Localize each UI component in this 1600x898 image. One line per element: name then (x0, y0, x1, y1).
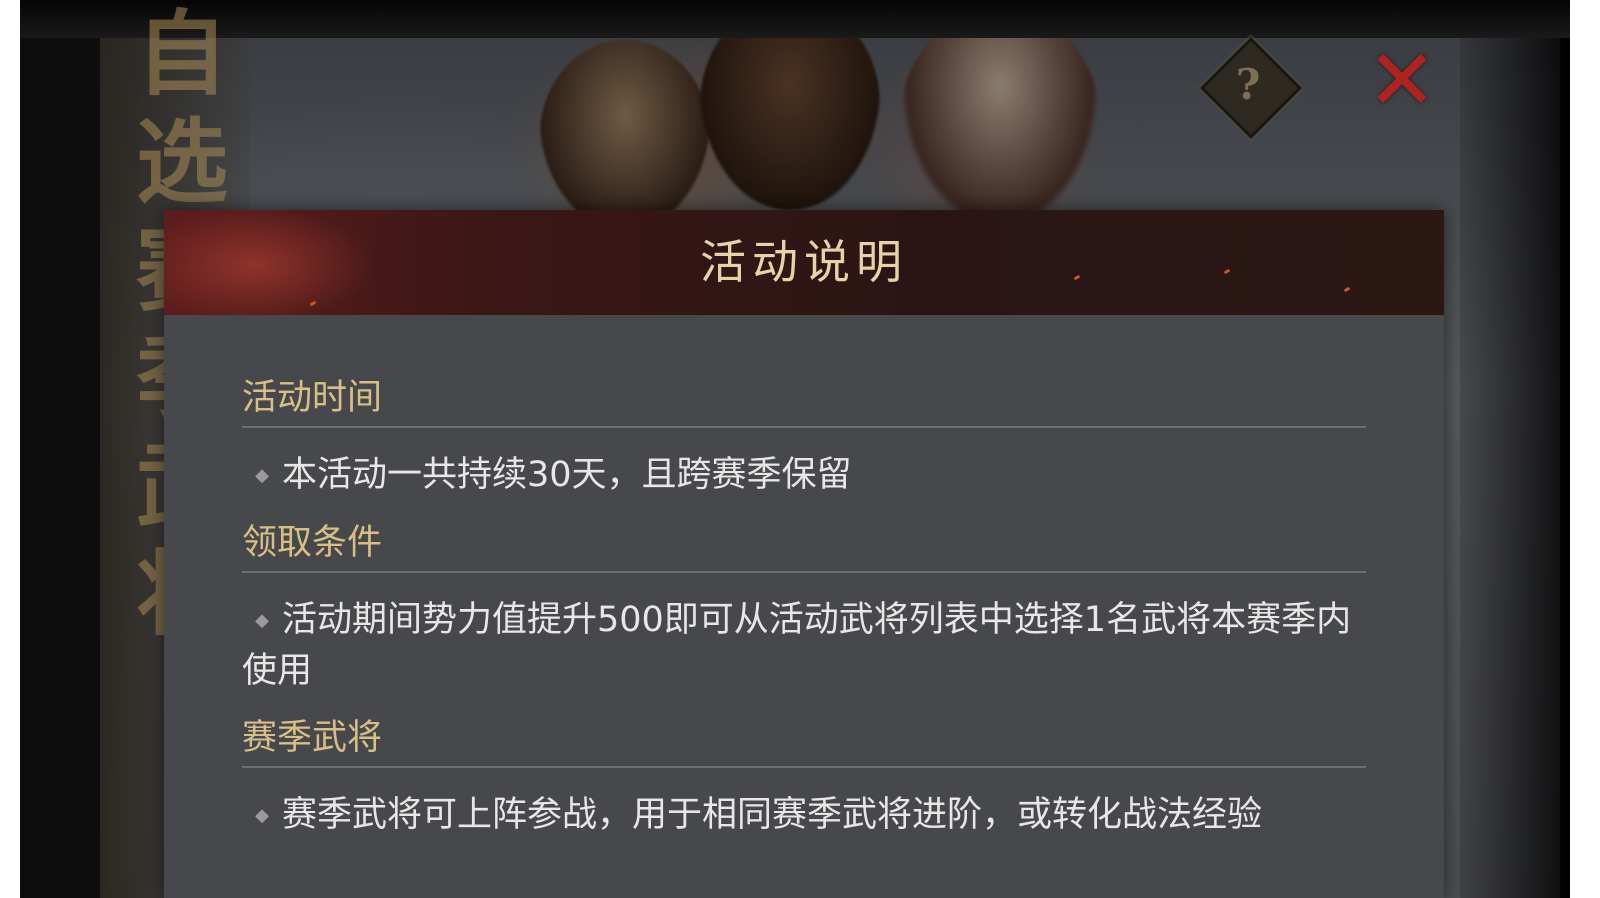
section-header: 赛季武将 (242, 710, 1366, 768)
diamond-bullet-icon: ◆ (255, 610, 269, 631)
section-title: 领取条件 (242, 523, 383, 563)
diamond-bullet-icon: ◆ (255, 465, 269, 486)
section-title: 活动时间 (242, 378, 383, 418)
background-character (900, 10, 1100, 230)
background-right-panel (1460, 0, 1570, 898)
section-body: ◆ 本活动一共持续30天，且跨赛季保留 (242, 428, 1366, 515)
top-shadow-strip (20, 0, 1570, 38)
game-screen: 自选赛季武将 ? ✕ 活动说明 活动时间 ◆本活动一共持续30天，且跨赛季保留 … (20, 0, 1570, 898)
background-character (540, 40, 710, 230)
section-activity-time: 活动时间 ◆ 本活动一共持续30天，且跨赛季保留 (242, 370, 1366, 515)
section-season-generals: 赛季武将 ◆ 赛季武将可上阵参战，用于相同赛季武将进阶，或转化战法经验 (242, 710, 1366, 855)
section-text: 本活动一共持续30天，且跨赛季保留 (282, 455, 852, 495)
section-body: ◆ 活动期间势力值提升500即可从活动武将列表中选择1名武将本赛季内使用 (242, 573, 1366, 710)
question-diamond-icon[interactable]: ? (1215, 52, 1281, 118)
dialog-header: 活动说明 (164, 210, 1444, 315)
dialog-body: 活动时间 ◆ 本活动一共持续30天，且跨赛季保留 领取条件 ◆ 活动期间势力值提升5… (242, 370, 1366, 855)
section-header: 领取条件 (242, 515, 1366, 573)
dialog-title: 活动说明 (700, 235, 908, 289)
section-header: 活动时间 (242, 370, 1366, 428)
activity-description-dialog: 活动说明 活动时间 ◆ 本活动一共持续30天，且跨赛季保留 领取条件 ◆ 活动期间势… (164, 210, 1444, 898)
close-icon[interactable]: ✕ (1362, 38, 1442, 122)
ember-decoration (309, 300, 317, 307)
diamond-bullet-icon: ◆ (255, 805, 269, 826)
section-claim-conditions: 领取条件 ◆ 活动期间势力值提升500即可从活动武将列表中选择1名武将本赛季内使用 (242, 515, 1366, 710)
section-text: 赛季武将可上阵参战，用于相同赛季武将进阶，或转化战法经验 (282, 795, 1263, 835)
section-text: 活动期间势力值提升500即可从活动武将列表中选择1名武将本赛季内使用 (242, 600, 1352, 691)
section-title: 赛季武将 (242, 718, 383, 758)
section-body: ◆ 赛季武将可上阵参战，用于相同赛季武将进阶，或转化战法经验 (242, 768, 1366, 855)
